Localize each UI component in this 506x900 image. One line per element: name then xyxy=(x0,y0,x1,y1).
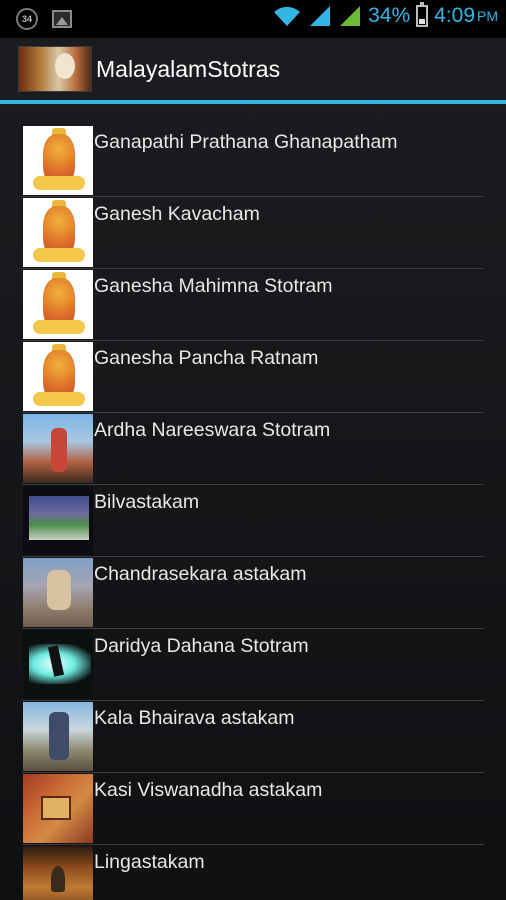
list-item[interactable]: Ganesha Pancha Ratnam xyxy=(22,341,484,413)
list-item-label: Chandrasekara astakam xyxy=(94,563,307,585)
list-item-label: Lingastakam xyxy=(94,851,205,873)
wifi-icon xyxy=(274,6,301,26)
battery-percent: 34% xyxy=(368,4,411,27)
dancing-shiva-image-icon xyxy=(23,630,93,699)
notification-badge-count: 34 xyxy=(21,14,32,24)
list-item[interactable]: Kala Bhairava astakam xyxy=(22,701,484,773)
list-item-label: Daridya Dahana Stotram xyxy=(94,635,309,657)
system-indicators: 34% 4:09 PM xyxy=(272,2,498,28)
clock-time: 4:09 xyxy=(434,4,475,27)
ganesha-image-icon xyxy=(23,270,93,339)
battery-icon xyxy=(416,2,429,27)
lingam-image-icon xyxy=(23,846,93,900)
list-item-label: Ardha Nareeswara Stotram xyxy=(94,419,331,441)
list-item-label: Ganapathi Prathana Ghanapatham xyxy=(94,131,398,153)
kala-bhairava-image-icon xyxy=(23,702,93,771)
app-title: MalayalamStotras xyxy=(96,56,281,82)
list-item[interactable]: Chandrasekara astakam xyxy=(22,557,484,629)
list-item-label: Ganesh Kavacham xyxy=(94,203,260,225)
ganesha-image-icon xyxy=(23,126,93,195)
list-item[interactable]: Daridya Dahana Stotram xyxy=(22,629,484,701)
signal-icon-2 xyxy=(340,6,361,26)
notification-icons: 34 xyxy=(16,8,72,30)
list-item[interactable]: Bilvastakam xyxy=(22,485,484,557)
stotra-list: Ganapathi Prathana Ghanapatham Ganesh Ka… xyxy=(22,125,484,900)
status-bar: 34 34% 4:09 PM xyxy=(0,0,506,38)
list-item-label: Bilvastakam xyxy=(94,491,200,513)
notification-badge-icon: 34 xyxy=(16,8,38,30)
list-item[interactable]: Ganapathi Prathana Ghanapatham xyxy=(22,125,484,197)
list-item[interactable]: Ganesha Mahimna Stotram xyxy=(22,269,484,341)
list-item-label: Ganesha Pancha Ratnam xyxy=(94,347,319,369)
action-bar: MalayalamStotras xyxy=(0,38,506,100)
gallery-icon xyxy=(52,10,72,28)
action-bar-divider xyxy=(0,100,506,104)
list-item-label: Kasi Viswanadha astakam xyxy=(94,779,323,801)
kasi-temple-image-icon xyxy=(23,774,93,843)
list-item[interactable]: Ardha Nareeswara Stotram xyxy=(22,413,484,485)
clock-suffix: PM xyxy=(477,8,498,24)
ardhanareeswara-image-icon xyxy=(23,414,93,483)
list-item-label: Kala Bhairava astakam xyxy=(94,707,295,729)
list-item[interactable]: Lingastakam xyxy=(22,845,484,900)
list-item[interactable]: Kasi Viswanadha astakam xyxy=(22,773,484,845)
chandrasekara-image-icon xyxy=(23,558,93,627)
app-screen: 34 34% 4:09 PM MalayalamStotras Ganapath… xyxy=(0,0,506,900)
ganesha-image-icon xyxy=(23,198,93,267)
ganesha-image-icon xyxy=(23,342,93,411)
app-logo-icon[interactable] xyxy=(18,46,92,92)
list-item[interactable]: Ganesh Kavacham xyxy=(22,197,484,269)
list-item-label: Ganesha Mahimna Stotram xyxy=(94,275,333,297)
signal-icon xyxy=(310,6,331,26)
bilva-image-icon xyxy=(23,486,93,555)
